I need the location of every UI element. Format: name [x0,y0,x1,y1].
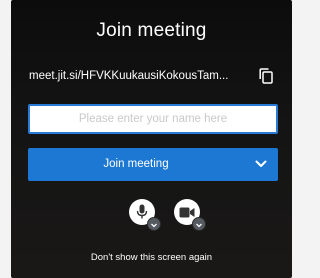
microphone-options-toggle[interactable] [147,217,161,231]
join-meeting-button[interactable]: Join meeting [28,148,278,181]
join-meeting-dialog: Join meeting meet.jit.si/HFVKKuukausiKok… [11,0,292,278]
meeting-url: meet.jit.si/HFVKKuukausiKokousTam... [29,70,229,82]
chevron-down-icon [151,223,157,228]
camera-icon [179,207,195,218]
dialog-title: Join meeting [96,20,207,41]
microphone-button[interactable] [129,199,161,231]
display-name-input[interactable] [28,104,278,134]
dont-show-again-link[interactable]: Don't show this screen again [11,252,292,263]
join-meeting-label: Join meeting [103,158,169,170]
meeting-url-row: meet.jit.si/HFVKKuukausiKokousTam... [29,63,277,89]
microphone-icon [136,204,148,219]
copy-icon[interactable] [259,68,273,84]
chevron-down-icon[interactable] [255,160,267,168]
camera-options-toggle[interactable] [192,217,206,231]
chevron-down-icon [196,223,202,228]
camera-button[interactable] [174,199,206,231]
